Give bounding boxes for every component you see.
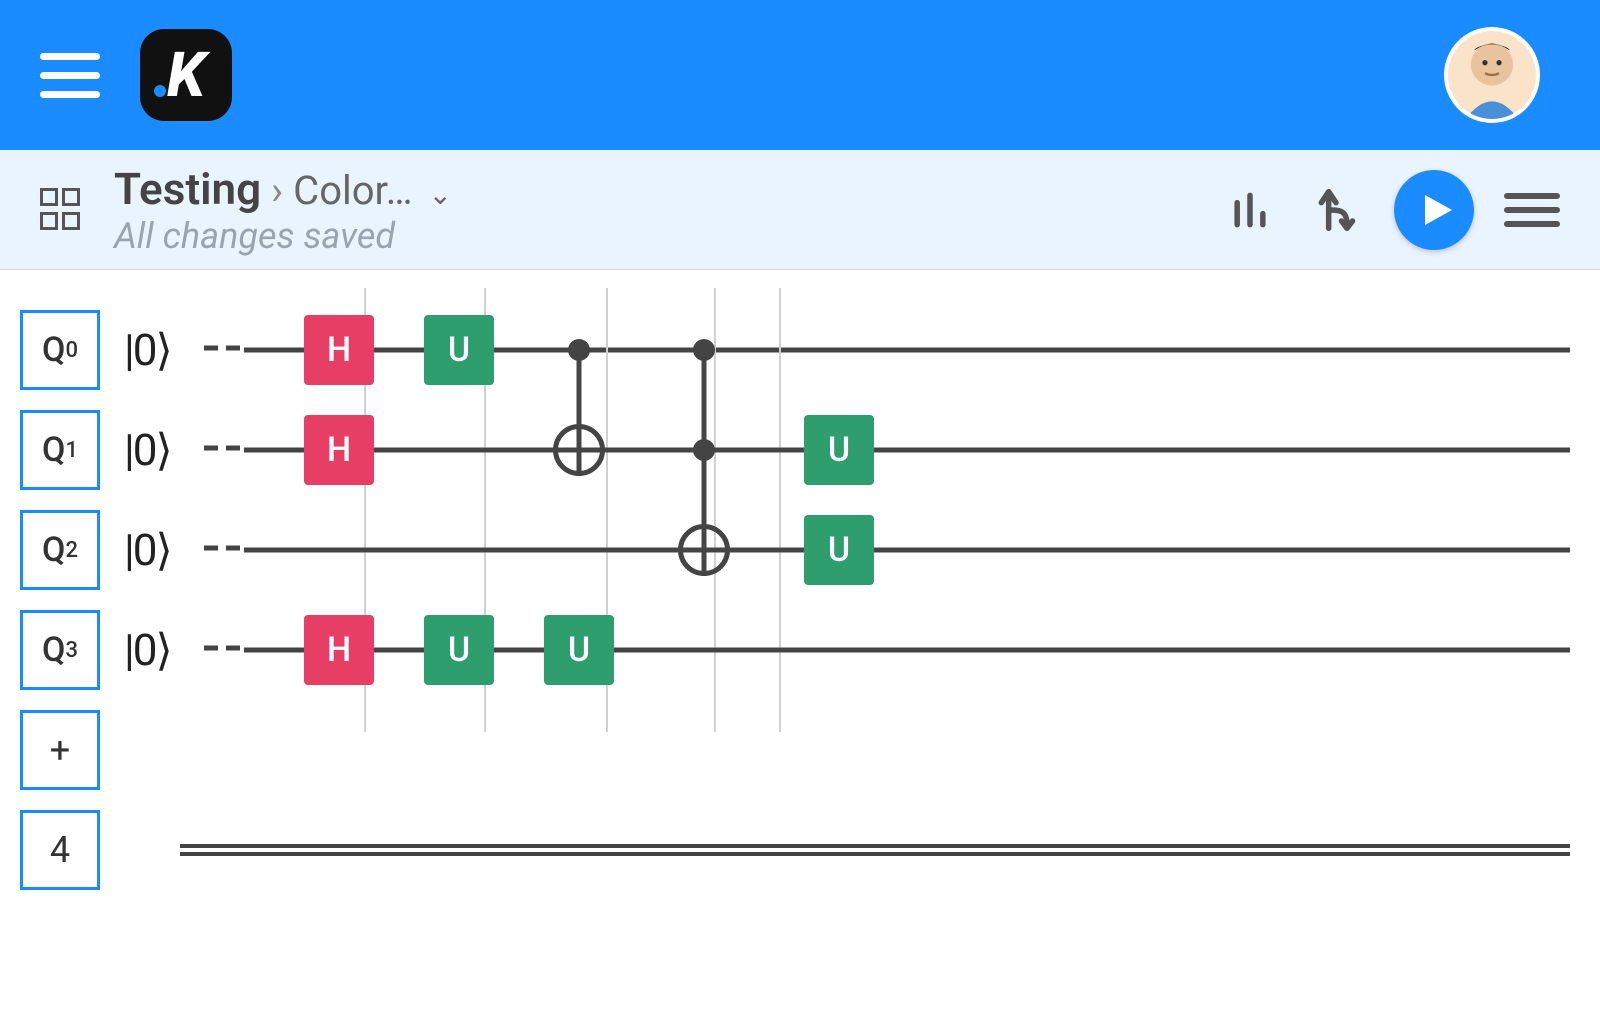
qubit-ket: |0⟩ — [124, 324, 204, 376]
app-logo[interactable]: K — [140, 29, 232, 121]
gate-u[interactable]: U — [804, 515, 874, 585]
gate-u[interactable]: U — [424, 315, 494, 385]
app-topbar: K — [0, 0, 1600, 150]
project-toolbar: Testing › Color… ⌄ All changes saved — [0, 150, 1600, 270]
qubit-wire[interactable]: HU — [204, 300, 1570, 400]
breadcrumb-separator: › — [271, 167, 283, 214]
add-qubit-row: + — [20, 700, 1570, 800]
qubit-ket: |0⟩ — [124, 624, 204, 676]
classical-register-row: 4 — [20, 800, 1570, 900]
grid-icon[interactable] — [40, 188, 84, 232]
qubit-label[interactable]: Q3 — [20, 610, 100, 690]
qubit-ket: |0⟩ — [124, 524, 204, 576]
qubit-wire[interactable]: U — [204, 500, 1570, 600]
gate-link — [702, 350, 707, 550]
app-logo-letter: K — [167, 39, 205, 112]
classical-register-label[interactable]: 4 — [20, 810, 100, 890]
run-button[interactable] — [1394, 170, 1474, 250]
hamburger-icon[interactable] — [40, 45, 100, 105]
qubit-wire[interactable]: HU — [204, 400, 1570, 500]
menu-icon[interactable] — [1504, 182, 1560, 238]
qubit-label[interactable]: Q1 — [20, 410, 100, 490]
breadcrumb: Testing › Color… ⌄ All changes saved — [114, 163, 452, 257]
add-qubit-button[interactable]: + — [20, 710, 100, 790]
branch-icon[interactable] — [1308, 182, 1364, 238]
qubit-wire[interactable]: HUU — [204, 600, 1570, 700]
gate-u[interactable]: U — [804, 415, 874, 485]
avatar[interactable] — [1444, 27, 1540, 123]
circuit-canvas: Q0|0⟩HUQ1|0⟩HUQ2|0⟩UQ3|0⟩HUU + 4 — [0, 270, 1600, 930]
qubit-row: Q3|0⟩HUU — [20, 600, 1570, 700]
gate-u[interactable]: U — [544, 615, 614, 685]
gate-h[interactable]: H — [304, 415, 374, 485]
bar-chart-icon[interactable] — [1222, 182, 1278, 238]
qubit-label[interactable]: Q0 — [20, 310, 100, 390]
breadcrumb-project[interactable]: Testing — [114, 163, 261, 215]
chevron-down-icon[interactable]: ⌄ — [422, 178, 451, 211]
qubit-ket: |0⟩ — [124, 424, 204, 476]
gate-h[interactable]: H — [304, 315, 374, 385]
gate-link — [577, 350, 582, 450]
save-status: All changes saved — [114, 215, 452, 257]
gate-u[interactable]: U — [424, 615, 494, 685]
breadcrumb-file[interactable]: Color… — [293, 167, 412, 214]
qubit-label[interactable]: Q2 — [20, 510, 100, 590]
qubit-row: Q2 |0⟩ U — [20, 500, 1570, 600]
gate-h[interactable]: H — [304, 615, 374, 685]
qubit-row: Q0|0⟩HU — [20, 300, 1570, 400]
classical-wire — [180, 800, 1570, 900]
qubit-row: Q1|0⟩HU — [20, 400, 1570, 500]
